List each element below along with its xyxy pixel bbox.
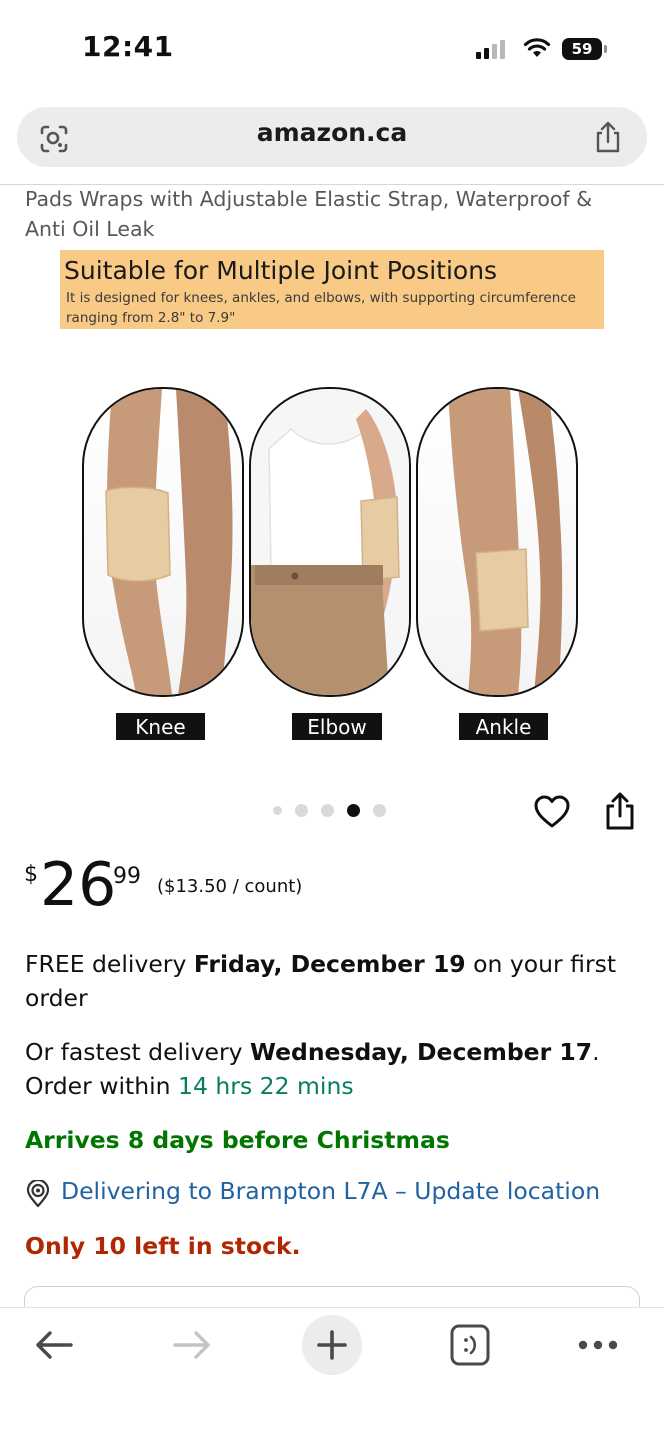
- delivery-location-link[interactable]: Delivering to Brampton L7A – Update loca…: [61, 1177, 600, 1205]
- carousel-dots[interactable]: [273, 804, 386, 817]
- free-delivery-prefix: FREE delivery: [25, 950, 194, 978]
- tabs-icon[interactable]: [450, 1324, 490, 1366]
- carousel-dot[interactable]: [373, 804, 386, 817]
- fastest-delivery: Or fastest delivery Wednesday, December …: [25, 1035, 640, 1103]
- fastest-delivery-prefix: Or fastest delivery: [25, 1038, 250, 1066]
- heart-icon[interactable]: [533, 793, 571, 831]
- cellular-signal-icon: [476, 40, 505, 59]
- price-fraction: 99: [113, 864, 141, 889]
- carousel-dot-active[interactable]: [347, 804, 360, 817]
- share-icon[interactable]: [603, 791, 637, 831]
- free-delivery-date: Friday, December 19: [193, 950, 466, 978]
- fastest-delivery-date: Wednesday, December 17: [249, 1038, 593, 1066]
- product-title[interactable]: Pads Wraps with Adjustable Elastic Strap…: [25, 184, 635, 244]
- christmas-arrival: Arrives 8 days before Christmas: [25, 1126, 450, 1154]
- location-pin-icon[interactable]: [25, 1180, 51, 1208]
- status-time: 12:41: [82, 30, 174, 63]
- banner-text: It is designed for knees, ankles, and el…: [66, 290, 576, 326]
- share-icon[interactable]: [592, 120, 624, 154]
- free-delivery: FREE delivery Friday, December 19 on you…: [25, 947, 640, 1015]
- back-arrow-icon[interactable]: [33, 1327, 75, 1363]
- plus-icon[interactable]: [316, 1329, 348, 1361]
- url-text[interactable]: amazon.ca: [0, 118, 664, 147]
- ankle-photo: [416, 387, 578, 697]
- knee-photo: [82, 387, 244, 697]
- banner-heading: Suitable for Multiple Joint Positions: [64, 256, 498, 285]
- battery-icon: 59: [562, 38, 602, 60]
- label-knee: Knee: [116, 713, 205, 740]
- carousel-dot[interactable]: [321, 804, 334, 817]
- stock-status: Only 10 left in stock.: [25, 1232, 301, 1260]
- delivery-countdown: 14 hrs 22 mins: [178, 1072, 354, 1100]
- elbow-photo: [249, 387, 411, 697]
- label-ankle: Ankle: [459, 713, 548, 740]
- wifi-icon: [523, 38, 551, 57]
- unit-price: ($13.50 / count): [157, 876, 303, 897]
- label-elbow: Elbow: [292, 713, 382, 740]
- price-currency: $: [24, 862, 38, 887]
- price-whole: 26: [40, 850, 117, 920]
- more-icon[interactable]: [577, 1337, 619, 1353]
- battery-cap: [604, 45, 607, 53]
- carousel-dot[interactable]: [295, 804, 308, 817]
- carousel-dot[interactable]: [273, 806, 282, 815]
- forward-arrow-icon[interactable]: [171, 1327, 213, 1363]
